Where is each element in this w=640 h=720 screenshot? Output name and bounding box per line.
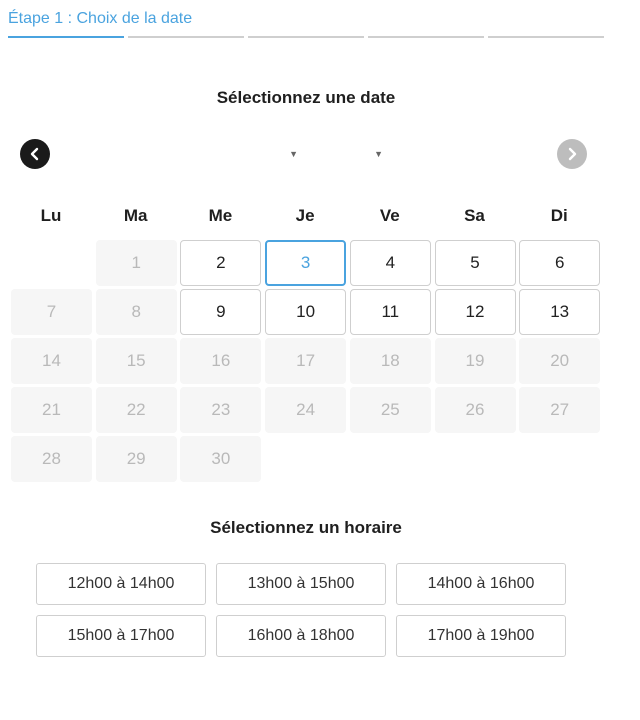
calendar-day[interactable]: 4 (349, 240, 431, 286)
calendar-day[interactable]: 11 (349, 289, 431, 335)
calendar-day: 16 (180, 338, 262, 384)
date-section-title: Sélectionnez une date (216, 88, 396, 107)
step-bar-5 (488, 36, 604, 38)
calendar-day: 23 (180, 387, 262, 433)
calendar-day[interactable]: 6 (519, 240, 601, 286)
calendar-day-selected[interactable]: 3 (265, 240, 347, 286)
calendar-day: 24 (265, 387, 347, 433)
previous-month-button[interactable] (20, 139, 50, 169)
weekday-label: Ve (379, 206, 400, 225)
time-slot-button[interactable]: 17h00 à 19h00 (396, 615, 566, 657)
weekday-label: Me (208, 206, 233, 225)
calendar-day[interactable]: 13 (519, 289, 601, 335)
caret-down-icon: ▼ (289, 149, 298, 159)
calendar-day: 22 (95, 387, 177, 433)
calendar-day[interactable]: 9 (180, 289, 262, 335)
time-slot-button[interactable]: 16h00 à 18h00 (216, 615, 386, 657)
calendar-day: 30 (180, 436, 262, 482)
calendar-day: 7 (11, 289, 92, 335)
calendar-day: 20 (519, 338, 601, 384)
calendar-day: 14 (11, 338, 92, 384)
weekday-label: Sa (464, 206, 485, 225)
weekday-label: Ma (123, 206, 148, 225)
calendar-day[interactable]: 5 (434, 240, 516, 286)
calendar-day[interactable]: 10 (265, 289, 347, 335)
step-bar-2 (128, 36, 244, 38)
chevron-left-icon (30, 147, 39, 161)
calendar-day: 18 (349, 338, 431, 384)
step-bar-1 (8, 36, 124, 38)
time-slot-button[interactable]: 12h00 à 14h00 (36, 563, 206, 605)
calendar-day: 29 (95, 436, 177, 482)
month-select[interactable]: ▼ (258, 146, 298, 162)
calendar-day: 27 (519, 387, 601, 433)
caret-down-icon: ▼ (374, 149, 383, 159)
step-bar-4 (368, 36, 484, 38)
calendar-day: 15 (95, 338, 177, 384)
step-bar-3 (248, 36, 364, 38)
step-progress: Étape 1 : Choix de la date (8, 0, 604, 40)
calendar-day: 8 (95, 289, 177, 335)
time-slot-button[interactable]: 13h00 à 15h00 (216, 563, 386, 605)
calendar-day: 28 (11, 436, 92, 482)
time-slot-button[interactable]: 15h00 à 17h00 (36, 615, 206, 657)
calendar-day: 1 (95, 240, 177, 286)
time-slot-button[interactable]: 14h00 à 16h00 (396, 563, 566, 605)
next-month-button[interactable] (557, 139, 587, 169)
calendar-day: 25 (349, 387, 431, 433)
calendar-day: 21 (11, 387, 92, 433)
step-label: Étape 1 : Choix de la date (8, 10, 193, 27)
calendar-day: 19 (434, 338, 516, 384)
weekday-label: Di (550, 206, 568, 225)
calendar-day[interactable]: 12 (434, 289, 516, 335)
time-section-title: Sélectionnez un horaire (210, 518, 402, 537)
weekday-label: Je (295, 206, 315, 225)
calendar-day: 17 (265, 338, 347, 384)
year-select[interactable]: ▼ (343, 146, 383, 162)
calendar-day: 26 (434, 387, 516, 433)
weekday-label: Lu (40, 206, 62, 225)
chevron-right-icon (568, 147, 577, 161)
calendar-day[interactable]: 2 (180, 240, 262, 286)
